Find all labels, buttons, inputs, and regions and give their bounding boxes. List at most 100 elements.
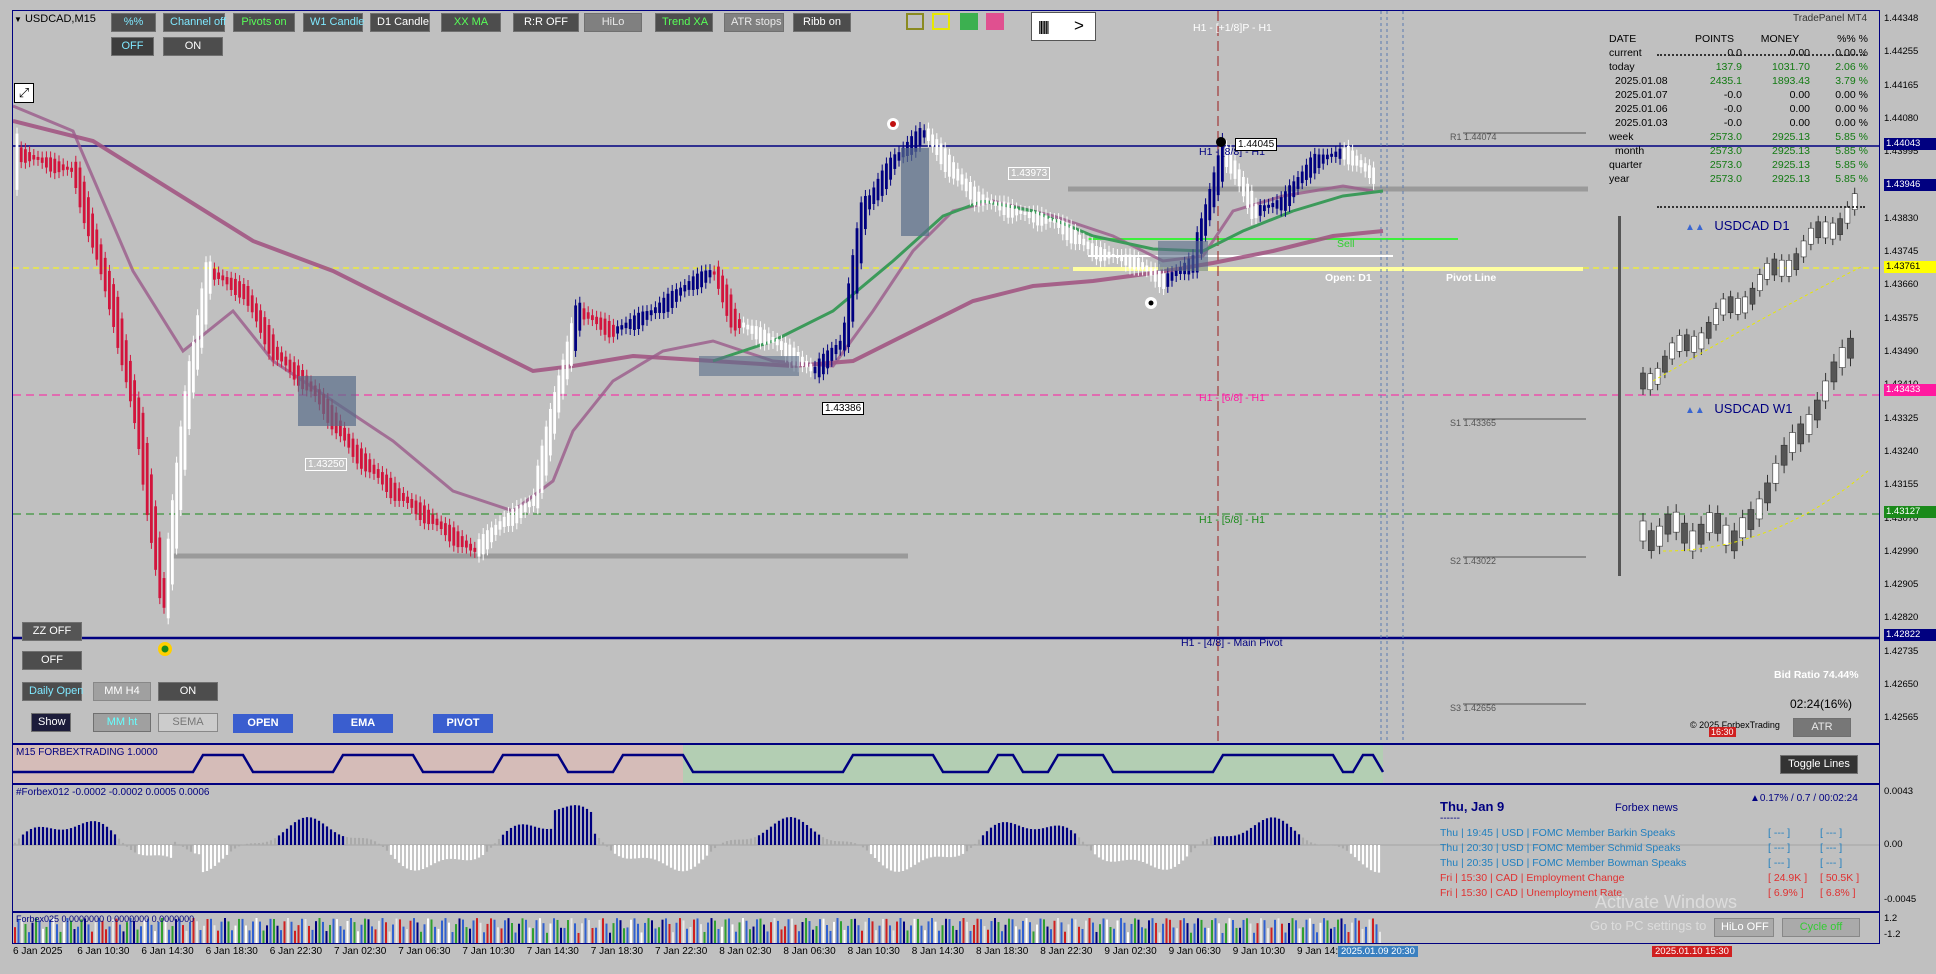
news-item[interactable]: Thu | 20:30 | USD | FOMC Member Schmid S…	[1440, 842, 1680, 854]
candle-body	[183, 391, 187, 470]
toolbar-button-[interactable]: %%	[111, 13, 156, 32]
trade-cell-money: 1031.70	[1772, 61, 1810, 73]
toolbar-button-hilo[interactable]: HiLo	[584, 13, 642, 32]
news-item[interactable]: Thu | 19:45 | USD | FOMC Member Barkin S…	[1440, 827, 1675, 839]
on-button[interactable]: ON	[158, 682, 218, 701]
trade-cell-points: 137.9	[1715, 61, 1742, 73]
candle-body	[460, 536, 464, 548]
toolbar-button-pivots-on[interactable]: Pivots on	[233, 13, 295, 32]
candle-body	[532, 494, 535, 506]
swatch-green[interactable]	[960, 13, 978, 30]
ind2-axis-mid: 0.00	[1884, 839, 1903, 850]
price-pane[interactable]	[12, 10, 1880, 744]
mini-d1-candle	[1713, 308, 1719, 325]
trade-cell-date: year	[1609, 173, 1630, 185]
toolbar-button-xx-ma[interactable]: XX MA	[441, 13, 501, 32]
range-box	[901, 148, 929, 236]
toolbar-button-atr-stops[interactable]: ATR stops	[724, 13, 784, 32]
trade-cell-pct: 5.85 %	[1835, 131, 1868, 143]
candle-body	[1128, 254, 1132, 269]
candle-body	[864, 195, 867, 230]
candle-body	[1267, 204, 1270, 208]
open-button[interactable]: OPEN	[233, 714, 293, 733]
indicator-pane-1[interactable]: M15 FORBEXTRADING 1.0000	[12, 744, 1880, 784]
ema-button[interactable]: EMA	[333, 714, 393, 733]
bars-nav-widget[interactable]: |||||| >	[1031, 12, 1096, 41]
news-day: Fri	[1440, 872, 1453, 884]
candle-body	[61, 164, 65, 171]
toolbar-button-d1-candle[interactable]: D1 Candle	[370, 13, 430, 32]
candle-body	[154, 506, 157, 570]
level-top-label: H1 - [+1/8]P - H1	[1193, 22, 1272, 34]
expand-icon[interactable]: ⤢	[14, 83, 34, 103]
swatch-pink[interactable]	[986, 13, 1004, 30]
atr-button[interactable]: ATR	[1793, 718, 1851, 737]
candle-body	[1095, 245, 1098, 260]
candle-body	[24, 149, 27, 163]
price-axis-label: 1.44348	[1884, 13, 1919, 24]
mini-d1-candle	[1808, 227, 1814, 245]
price-label-4: 1.43250	[305, 458, 348, 471]
zz-state-button[interactable]: OFF	[22, 651, 82, 670]
candle-body	[813, 366, 817, 374]
candle-body	[225, 277, 229, 285]
candle-body	[939, 143, 943, 165]
candle-body	[53, 158, 57, 174]
mm-ht-button[interactable]: MM ht	[93, 713, 151, 732]
candle-body	[162, 578, 166, 608]
toolbar-button-r-r-off[interactable]: R:R OFF	[513, 13, 579, 32]
header-points: POINTS	[1694, 33, 1735, 45]
candle-body	[242, 284, 246, 300]
toggle-lines-button[interactable]: Toggle Lines	[1780, 755, 1858, 774]
toolbar-button-channel-off[interactable]: Channel off	[163, 13, 226, 32]
show-button[interactable]: Show	[31, 713, 71, 732]
trade-panel-row: 2025.01.07 -0.0 0.00 0.00 %	[1605, 88, 1872, 102]
candle-body	[1048, 217, 1052, 222]
candle-body	[1237, 169, 1241, 187]
candle-body	[1368, 165, 1371, 178]
candle-body	[985, 197, 989, 204]
trade-cell-pct: 0.00 %	[1835, 117, 1868, 129]
candle-body	[645, 311, 649, 320]
chevron-right-icon[interactable]: >	[1074, 16, 1084, 36]
sema-button[interactable]: SEMA	[158, 713, 218, 732]
candle-body	[166, 538, 170, 619]
daily-open-button[interactable]: Daily Open	[22, 682, 83, 701]
candle-body	[586, 312, 590, 319]
news-item[interactable]: Fri | 15:30 | CAD | Employment Change	[1440, 872, 1624, 884]
mm-h4-button[interactable]: MM H4	[93, 682, 151, 701]
mini-w1-candle	[1722, 524, 1730, 546]
zz-off-button[interactable]: ZZ OFF	[22, 622, 82, 641]
candle-body	[876, 178, 880, 201]
candle-body	[1120, 255, 1123, 262]
time-axis-label: 6 Jan 14:30	[141, 946, 194, 957]
price-axis-label: 1.42565	[1884, 712, 1919, 724]
sub-off-button[interactable]: OFF	[111, 37, 154, 56]
trade-cell-money: 0.00	[1789, 117, 1810, 129]
sub-on-button[interactable]: ON	[163, 37, 223, 56]
price-axis-label: 1.42735	[1884, 645, 1919, 657]
header-money: MONEY	[1760, 33, 1800, 45]
news-item[interactable]: Thu | 20:35 | USD | FOMC Member Bowman S…	[1440, 857, 1686, 869]
hilo-off-button[interactable]: HiLo OFF	[1714, 918, 1774, 937]
cycle-off-button[interactable]: Cycle off	[1782, 918, 1860, 937]
trade-cell-date: week	[1609, 131, 1634, 143]
toolbar-button-ribb-on[interactable]: Ribb on	[793, 13, 851, 32]
dropdown-triangle-icon[interactable]: ▼	[14, 15, 22, 24]
candle-body	[973, 186, 976, 206]
candle-body	[805, 360, 808, 368]
swatch-yellow[interactable]	[932, 13, 950, 30]
time-tag-small: 16:30	[1709, 727, 1736, 737]
price-axis-label: 1.42650	[1884, 679, 1919, 690]
mini-d1-candle	[1793, 253, 1800, 270]
candle-body	[1111, 254, 1115, 257]
pivot-button[interactable]: PIVOT	[433, 714, 493, 733]
toolbar-button-trend-xa[interactable]: Trend XA	[655, 13, 713, 32]
mini-w1-title: ▲▲ USDCAD W1	[1685, 401, 1792, 416]
toolbar-button-w1-candle[interactable]: W1 Candle	[303, 13, 364, 32]
candle-body	[108, 270, 111, 310]
trade-cell-date: 2025.01.07	[1615, 89, 1668, 101]
candle-body	[956, 168, 960, 181]
candle-body	[263, 317, 267, 345]
swatch-olive[interactable]	[906, 13, 924, 30]
